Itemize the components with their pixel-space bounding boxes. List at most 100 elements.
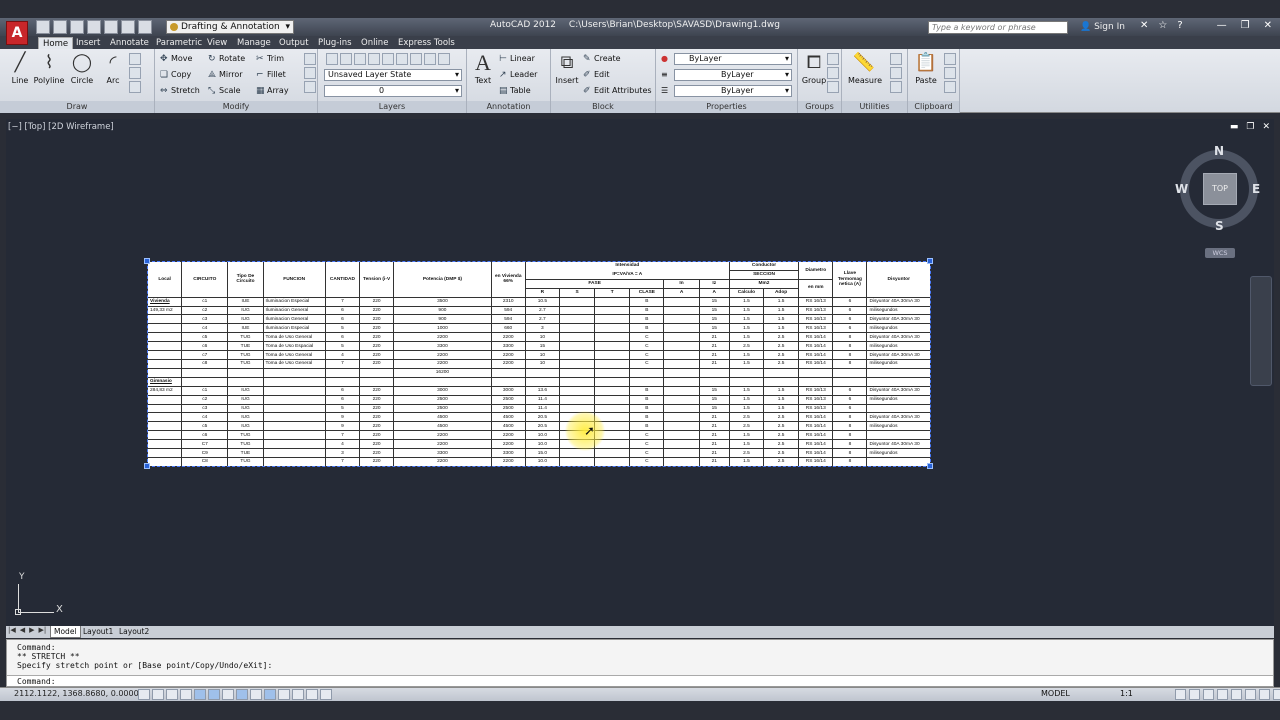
fillet-button[interactable]: ⌐ Fillet (256, 69, 286, 81)
infer-constraints-icon[interactable] (138, 689, 150, 700)
layers-panel-title[interactable]: Layers (318, 101, 466, 113)
rectangle-icon[interactable] (129, 53, 141, 65)
stretch-button[interactable]: ⇔ Stretch (160, 85, 200, 97)
status-menu-icon[interactable] (1259, 689, 1270, 700)
viewport-controls-label[interactable]: [−] [Top] [2D Wireframe] (8, 122, 114, 132)
polar-tracking-icon[interactable] (194, 689, 206, 700)
properties-panel-title[interactable]: Properties (656, 101, 797, 113)
draw-panel-title[interactable]: Draw (0, 101, 154, 113)
layer-previous-icon[interactable] (424, 53, 436, 65)
move-button[interactable]: ✥ Move (160, 53, 192, 65)
transparency-icon[interactable] (292, 689, 304, 700)
select-all-icon[interactable] (890, 67, 902, 79)
group-select-icon[interactable] (827, 81, 839, 93)
viewport-close-icon[interactable]: ✕ (1262, 122, 1270, 132)
3d-object-snap-icon[interactable] (222, 689, 234, 700)
polyline-button[interactable]: ⌇ Polyline (33, 52, 65, 85)
help-icon[interactable]: ? (1177, 20, 1182, 31)
auto-scale-icon[interactable] (1189, 689, 1200, 700)
sign-in-button[interactable]: 👤 Sign In (1080, 22, 1125, 32)
linetype-dropdown[interactable]: ByLayer (674, 69, 792, 81)
edit-block-button[interactable]: ✐ Edit (583, 69, 610, 81)
tab-model[interactable]: Model (50, 626, 81, 638)
region-icon[interactable] (129, 81, 141, 93)
tab-express-tools[interactable]: Express Tools (398, 37, 455, 49)
ungroup-icon[interactable] (827, 53, 839, 65)
tab-annotate[interactable]: Annotate (110, 37, 149, 49)
model-space-button[interactable]: MODEL (1041, 689, 1070, 698)
erase-icon[interactable] (304, 53, 316, 65)
tab-manage[interactable]: Manage (237, 37, 271, 49)
compass-east[interactable]: E (1252, 182, 1260, 196)
compass-west[interactable]: W (1175, 182, 1188, 196)
workspace-switch-icon[interactable] (1203, 689, 1214, 700)
dynamic-input-icon[interactable] (264, 689, 276, 700)
search-input[interactable]: Type a keyword or phrase (928, 21, 1068, 34)
grip-bottom-right[interactable] (927, 463, 933, 469)
restore-icon[interactable]: ❐ (1241, 20, 1250, 31)
lineweight-dropdown[interactable]: ByLayer (674, 85, 792, 97)
selected-table-object[interactable]: Local CIRCUITO Tipo De Circuito FUNCION … (146, 261, 931, 468)
minimize-icon[interactable]: — (1217, 20, 1227, 31)
tab-home[interactable]: Home (38, 37, 74, 49)
create-block-button[interactable]: ✎ Create (583, 53, 621, 65)
tab-online[interactable]: Online (361, 37, 388, 49)
exchange-icon[interactable]: ✕ (1140, 20, 1148, 31)
annotation-panel-title[interactable]: Annotation (467, 101, 550, 113)
text-button[interactable]: A Text (467, 52, 499, 86)
tab-layout1[interactable]: Layout1 (80, 626, 116, 638)
cut-icon[interactable] (944, 53, 956, 65)
grip-bottom-left[interactable] (144, 463, 150, 469)
application-menu-button[interactable]: A (6, 21, 28, 45)
tab-output[interactable]: Output (279, 37, 309, 49)
calculator-icon[interactable] (890, 81, 902, 93)
quick-properties-icon[interactable] (306, 689, 318, 700)
compass-north[interactable]: N (1214, 144, 1224, 158)
lock-icon[interactable] (1217, 689, 1228, 700)
object-snap-tracking-icon[interactable] (236, 689, 248, 700)
offset-icon[interactable] (304, 81, 316, 93)
next-layout-icon[interactable]: ▶ (29, 626, 34, 634)
last-layout-icon[interactable]: ▶| (39, 626, 47, 634)
viewcube-top-face[interactable]: TOP (1203, 173, 1237, 205)
isolate-objects-icon[interactable] (1245, 689, 1256, 700)
layer-state-dropdown[interactable]: Unsaved Layer State (324, 69, 462, 81)
selection-cycling-icon[interactable] (320, 689, 332, 700)
object-snap-icon[interactable] (208, 689, 220, 700)
copy-clip-icon[interactable] (944, 67, 956, 79)
new-file-icon[interactable] (36, 20, 50, 34)
layer-lock-icon[interactable] (396, 53, 408, 65)
save-as-icon[interactable] (87, 20, 101, 34)
wcs-menu[interactable]: WCS (1205, 248, 1235, 258)
ortho-mode-icon[interactable] (180, 689, 192, 700)
utilities-panel-title[interactable]: Utilities (842, 101, 907, 113)
layer-off-icon[interactable] (354, 53, 366, 65)
command-input[interactable]: Command: (7, 675, 1273, 686)
color-dropdown[interactable]: ByLayer (674, 53, 792, 65)
copy-button[interactable]: ❏ Copy (160, 69, 191, 81)
open-file-icon[interactable] (53, 20, 67, 34)
measure-button[interactable]: 📏 Measure (848, 52, 882, 85)
grid-display-icon[interactable] (166, 689, 178, 700)
paste-button[interactable]: 📋 Paste (910, 52, 942, 85)
clean-screen-icon[interactable] (1273, 689, 1280, 700)
coordinates-display[interactable]: 2112.1122, 1368.8680, 0.0000 (14, 689, 139, 698)
scale-button[interactable]: ⤡ Scale (208, 85, 241, 97)
edit-attributes-button[interactable]: ✐ Edit Attributes (583, 85, 652, 97)
circle-button[interactable]: ◯ Circle (66, 52, 98, 85)
leader-button[interactable]: ↗ Leader (499, 69, 537, 81)
grip-top-right[interactable] (927, 258, 933, 264)
workspace-selector[interactable]: Drafting & Annotation (166, 20, 294, 34)
trim-button[interactable]: ✂ Trim (256, 53, 284, 65)
tab-parametric[interactable]: Parametric (156, 37, 202, 49)
save-icon[interactable] (70, 20, 84, 34)
undo-icon[interactable] (121, 20, 135, 34)
current-layer-dropdown[interactable]: 0 (324, 85, 462, 97)
hardware-acceleration-icon[interactable] (1231, 689, 1242, 700)
array-button[interactable]: ▦ Array (256, 85, 289, 97)
compass-south[interactable]: S (1215, 219, 1224, 233)
groups-panel-title[interactable]: Groups (798, 101, 841, 113)
viewport-restore-icon[interactable]: ❐ (1246, 122, 1254, 132)
layer-isolate-icon[interactable] (368, 53, 380, 65)
annotation-visibility-icon[interactable] (1175, 689, 1186, 700)
